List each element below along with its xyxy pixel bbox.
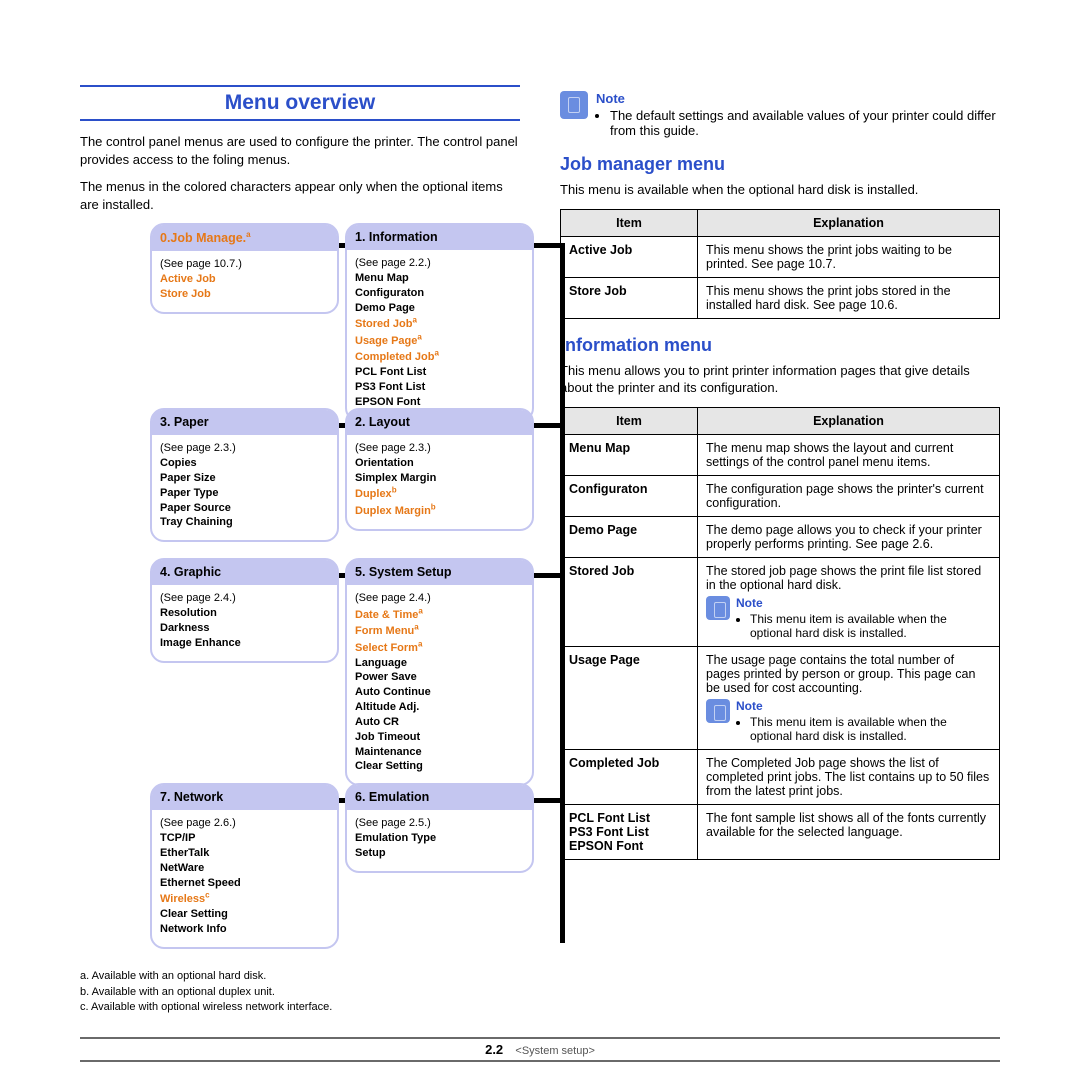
cell-item: Completed Job xyxy=(561,749,698,804)
note-icon xyxy=(706,596,730,620)
footer-section: <System setup> xyxy=(515,1045,595,1057)
cell-expl: The configuration page shows the printer… xyxy=(698,475,1000,516)
menu-box-body: (See page 2.4.)Date & TimeaForm MenuaSel… xyxy=(347,585,532,784)
menu-box-body: (See page 2.6.)TCP/IPEtherTalkNetWareEth… xyxy=(152,810,337,946)
main-title: Menu overview xyxy=(80,85,520,121)
menu-box-b1: 1. Information(See page 2.2.)Menu MapCon… xyxy=(345,223,534,421)
page-footer: 2.2 <System setup> xyxy=(80,1037,1000,1062)
job-manager-title: Job manager menu xyxy=(560,154,1000,175)
cell-expl: This menu shows the print jobs waiting t… xyxy=(698,236,1000,277)
menu-box-header: 0.Job Manage.a xyxy=(152,225,337,251)
cell-note: Note This menu item is available when the… xyxy=(706,596,991,640)
cell-item: Demo Page xyxy=(561,516,698,557)
cell-expl: The usage page contains the total number… xyxy=(698,646,1000,749)
information-desc: This menu allows you to print printer in… xyxy=(560,362,1000,397)
table-row: Menu MapThe menu map shows the layout an… xyxy=(561,434,1000,475)
menu-box-header: 1. Information xyxy=(347,225,532,250)
table-row: PCL Font ListPS3 Font ListEPSON FontThe … xyxy=(561,804,1000,859)
menu-box-b0: 0.Job Manage.a(See page 10.7.)Active Job… xyxy=(150,223,339,314)
information-title: Information menu xyxy=(560,335,1000,356)
menu-box-header: 2. Layout xyxy=(347,410,532,435)
footnote-a: Available with an optional hard disk. xyxy=(80,969,520,984)
th-item: Item xyxy=(561,407,698,434)
menu-box-header: 5. System Setup xyxy=(347,560,532,585)
cell-expl: The demo page allows you to check if you… xyxy=(698,516,1000,557)
footnotes: Available with an optional hard disk. Av… xyxy=(80,969,520,1015)
menu-box-header: 7. Network xyxy=(152,785,337,810)
note-title: Note xyxy=(596,91,1000,106)
th-expl: Explanation xyxy=(698,407,1000,434)
note-icon xyxy=(706,699,730,723)
page-number: 2.2 xyxy=(485,1042,503,1057)
th-expl: Explanation xyxy=(698,209,1000,236)
cell-item: Store Job xyxy=(561,277,698,318)
cell-expl: The font sample list shows all of the fo… xyxy=(698,804,1000,859)
th-item: Item xyxy=(561,209,698,236)
note-icon xyxy=(560,91,588,119)
cell-expl: This menu shows the print jobs stored in… xyxy=(698,277,1000,318)
cell-item: Usage Page xyxy=(561,646,698,749)
menu-box-body: (See page 2.2.)Menu MapConfiguratonDemo … xyxy=(347,250,532,419)
table-row: Completed JobThe Completed Job page show… xyxy=(561,749,1000,804)
table-row: ConfiguratonThe configuration page shows… xyxy=(561,475,1000,516)
note-text: This menu item is available when the opt… xyxy=(750,715,991,743)
menu-box-b2: 2. Layout(See page 2.3.)OrientationSimpl… xyxy=(345,408,534,531)
menu-box-body: (See page 2.5.)Emulation TypeSetup xyxy=(347,810,532,871)
table-row: Demo PageThe demo page allows you to che… xyxy=(561,516,1000,557)
job-manager-desc: This menu is available when the optional… xyxy=(560,181,1000,199)
table-row: Usage PageThe usage page contains the to… xyxy=(561,646,1000,749)
table-row: Active JobThis menu shows the print jobs… xyxy=(561,236,1000,277)
cell-expl: The stored job page shows the print file… xyxy=(698,557,1000,646)
menu-box-b5: 5. System Setup(See page 2.4.)Date & Tim… xyxy=(345,558,534,786)
menu-box-body: (See page 2.4.)ResolutionDarknessImage E… xyxy=(152,585,337,660)
cell-item: Configuraton xyxy=(561,475,698,516)
information-table: Item Explanation Menu MapThe menu map sh… xyxy=(560,407,1000,860)
cell-expl: The menu map shows the layout and curren… xyxy=(698,434,1000,475)
menu-box-body: (See page 2.3.)OrientationSimplex Margin… xyxy=(347,435,532,529)
menu-box-header: 4. Graphic xyxy=(152,560,337,585)
intro-p2: The menus in the colored characters appe… xyxy=(80,178,520,213)
cell-item: PCL Font ListPS3 Font ListEPSON Font xyxy=(561,804,698,859)
note-top: Note The default settings and available … xyxy=(560,91,1000,138)
note-text: The default settings and available value… xyxy=(610,108,1000,138)
menu-box-b4: 4. Graphic(See page 2.4.)ResolutionDarkn… xyxy=(150,558,339,662)
job-manager-table: Item Explanation Active JobThis menu sho… xyxy=(560,209,1000,319)
menu-box-body: (See page 10.7.)Active JobStore Job xyxy=(152,251,337,312)
menu-box-header: 6. Emulation xyxy=(347,785,532,810)
table-row: Stored JobThe stored job page shows the … xyxy=(561,557,1000,646)
note-title: Note xyxy=(736,596,991,610)
menu-box-b7: 7. Network(See page 2.6.)TCP/IPEtherTalk… xyxy=(150,783,339,948)
menu-box-header: 3. Paper xyxy=(152,410,337,435)
menu-box-b6: 6. Emulation(See page 2.5.)Emulation Typ… xyxy=(345,783,534,873)
intro-p1: The control panel menus are used to conf… xyxy=(80,133,520,168)
cell-item: Active Job xyxy=(561,236,698,277)
footnote-b: Available with an optional duplex unit. xyxy=(80,985,520,1000)
cell-item: Stored Job xyxy=(561,557,698,646)
cell-note: Note This menu item is available when the… xyxy=(706,699,991,743)
cell-expl: The Completed Job page shows the list of… xyxy=(698,749,1000,804)
menu-diagram: 0.Job Manage.a(See page 10.7.)Active Job… xyxy=(150,223,580,963)
menu-box-b3: 3. Paper(See page 2.3.)CopiesPaper SizeP… xyxy=(150,408,339,542)
footnote-c: Available with optional wireless network… xyxy=(80,1000,520,1015)
note-text: This menu item is available when the opt… xyxy=(750,612,991,640)
note-title: Note xyxy=(736,699,991,713)
cell-item: Menu Map xyxy=(561,434,698,475)
table-row: Store JobThis menu shows the print jobs … xyxy=(561,277,1000,318)
menu-box-body: (See page 2.3.)CopiesPaper SizePaper Typ… xyxy=(152,435,337,540)
